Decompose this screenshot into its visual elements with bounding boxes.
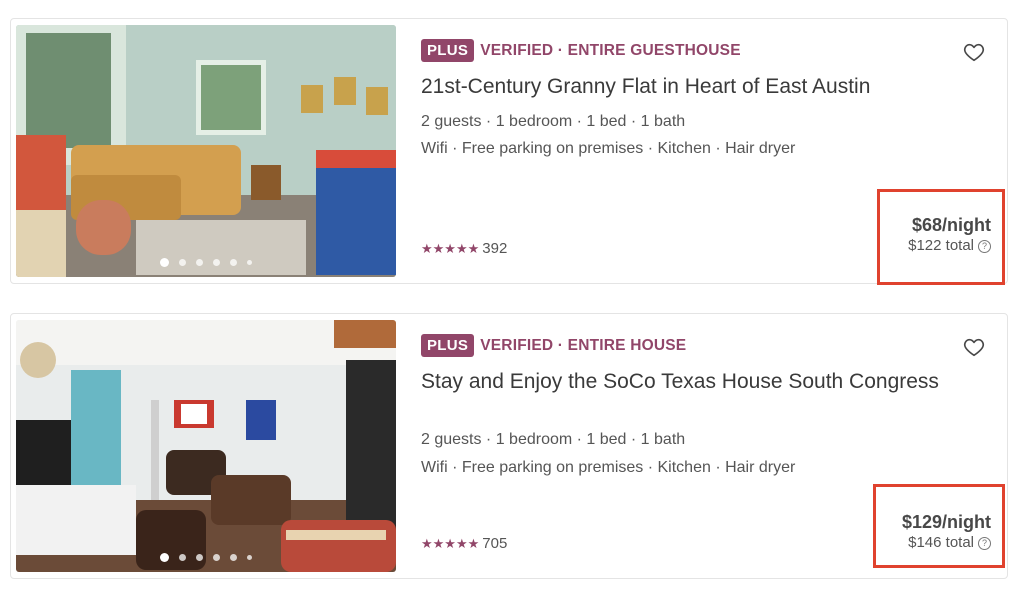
carousel-dot[interactable] [179,554,186,561]
price-box: $68/night $122 total ? [877,189,1005,285]
tag-row: PLUS VERIFIED · ENTIRE GUESTHOUSE [421,39,741,62]
rating: ★★★★★ 705 [421,535,507,552]
photo-carousel-dots [16,553,396,562]
carousel-dot[interactable] [196,259,203,266]
help-circle-icon[interactable]: ? [978,536,991,550]
property-type-label: VERIFIED · ENTIRE HOUSE [480,336,687,354]
amenities: Wifi · Free parking on premises · Kitche… [421,459,796,476]
listing-photo[interactable] [16,25,396,277]
help-circle-icon[interactable]: ? [978,239,991,253]
review-count: 705 [482,535,508,552]
listing-info: PLUS VERIFIED · ENTIRE GUESTHOUSE 21st-C… [421,19,1007,285]
star-rating-icon: ★★★★★ [421,535,480,551]
carousel-dot[interactable] [179,259,186,266]
tag-row: PLUS VERIFIED · ENTIRE HOUSE [421,334,686,357]
listing-card[interactable]: PLUS VERIFIED · ENTIRE HOUSE Stay and En… [10,313,1008,579]
photo-carousel-dots [16,258,396,267]
plus-badge: PLUS [421,334,475,357]
listing-info: PLUS VERIFIED · ENTIRE HOUSE Stay and En… [421,314,1007,578]
price-total: $122 total ? [908,236,991,256]
listing-card[interactable]: PLUS VERIFIED · ENTIRE GUESTHOUSE 21st-C… [10,18,1008,285]
carousel-dot[interactable] [160,258,169,267]
amenities: Wifi · Free parking on premises · Kitche… [421,140,796,157]
listing-title[interactable]: Stay and Enjoy the SoCo Texas House Sout… [421,368,941,395]
carousel-dot[interactable] [247,555,252,560]
carousel-dot[interactable] [230,554,237,561]
carousel-dot[interactable] [196,554,203,561]
listing-photo[interactable] [16,320,396,572]
carousel-dot[interactable] [213,259,220,266]
listing-title[interactable]: 21st-Century Granny Flat in Heart of Eas… [421,73,941,100]
review-count: 392 [482,240,508,257]
carousel-dot[interactable] [213,554,220,561]
price-per-night: $68/night [911,215,991,235]
carousel-dot[interactable] [230,259,237,266]
carousel-dot[interactable] [160,553,169,562]
price-total: $146 total ? [908,533,991,553]
price-total-label: $146 total [908,534,974,551]
plus-badge: PLUS [421,39,475,62]
heart-icon[interactable] [963,41,985,63]
star-rating-icon: ★★★★★ [421,240,480,256]
room-details: 2 guests · 1 bedroom · 1 bed · 1 bath [421,431,686,448]
price-total-label: $122 total [908,237,974,254]
rating: ★★★★★ 392 [421,240,507,257]
price-per-night: $129/night [901,512,991,532]
price-box: $129/night $146 total ? [873,484,1005,568]
property-type-label: VERIFIED · ENTIRE GUESTHOUSE [480,41,741,59]
carousel-dot[interactable] [247,260,252,265]
heart-icon[interactable] [963,336,985,358]
room-details: 2 guests · 1 bedroom · 1 bed · 1 bath [421,113,686,130]
